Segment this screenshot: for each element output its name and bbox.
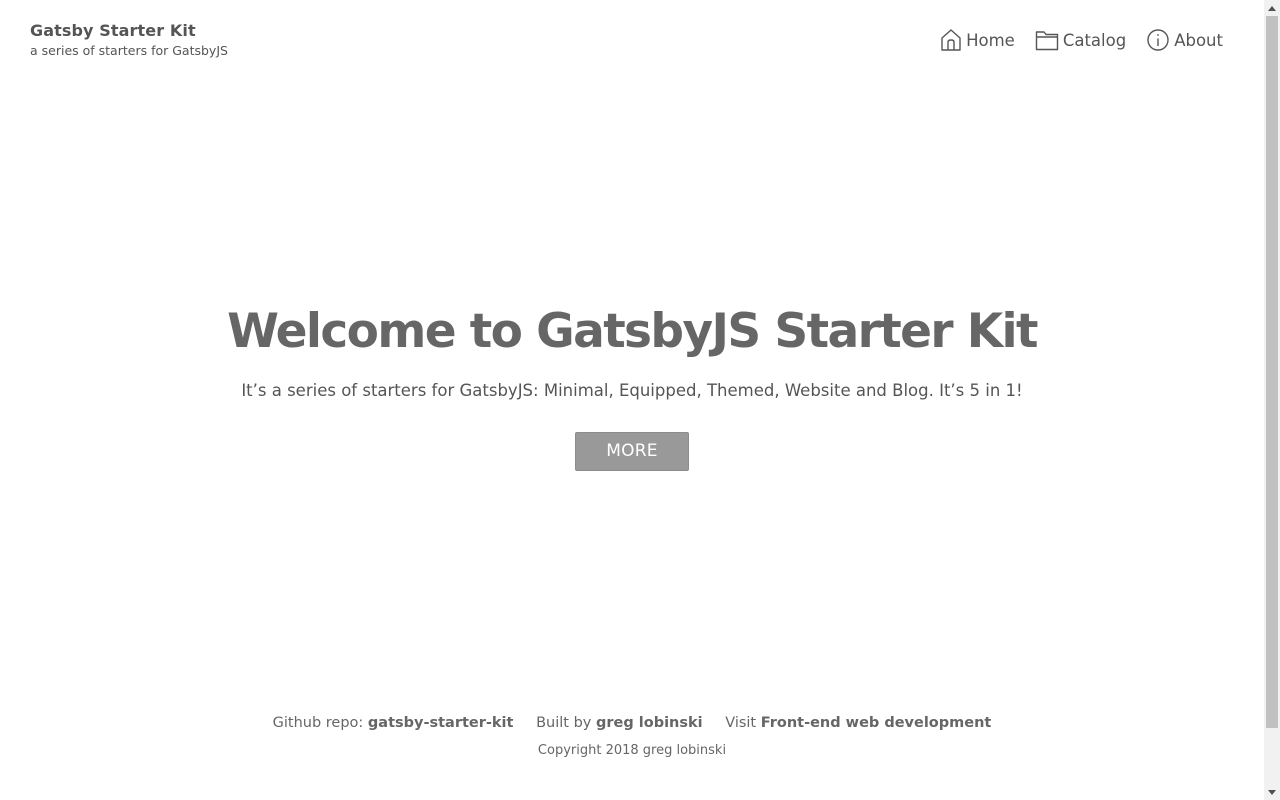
nav-item-label: Catalog [1062,30,1127,50]
footer-visit-prefix: Visit [725,715,761,731]
more-button[interactable]: MORE [575,432,689,471]
nav-item-catalog[interactable]: Catalog [1035,28,1126,52]
copyright-text: Copyright 2018 greg lobinski [537,743,727,758]
site-title[interactable]: Gatsby Starter Kit [30,20,228,42]
footer-links: Github repo: gatsby-starter-kit Built by… [0,712,1264,734]
site-footer: Github repo: gatsby-starter-kit Built by… [0,712,1264,761]
footer-built: Built by greg lobinski [536,715,703,731]
frontend-dev-link[interactable]: Front-end web development [761,715,992,731]
github-repo-link[interactable]: gatsby-starter-kit [368,715,514,731]
footer-visit: Visit Front-end web development [725,715,991,731]
site-subtitle: a series of starters for GatsbyJS [30,43,228,58]
footer-github: Github repo: gatsby-starter-kit [273,715,514,731]
vertical-scrollbar[interactable] [1264,0,1280,800]
info-icon [1146,28,1170,52]
nav-item-home[interactable]: Home [940,28,1015,52]
site-header: Gatsby Starter Kit a series of starters … [0,0,1264,80]
hero-title: Welcome to GatsbyJS Starter Kit [227,304,1038,359]
nav-item-label: About [1174,30,1223,50]
page: Gatsby Starter Kit a series of starters … [0,0,1264,800]
main-nav: Home Catalog About [940,28,1223,52]
scroll-up-arrow-icon[interactable] [1264,0,1280,16]
hero-section: Welcome to GatsbyJS Starter Kit It’s a s… [0,300,1264,471]
hero-description: It’s a series of starters for GatsbyJS: … [241,381,1023,400]
author-link[interactable]: greg lobinski [596,715,703,731]
footer-github-prefix: Github repo: [272,715,368,731]
nav-item-about[interactable]: About [1146,28,1223,52]
footer-built-prefix: Built by [536,715,596,731]
folder-icon [1035,29,1059,51]
scroll-down-arrow-icon[interactable] [1264,784,1280,800]
brand: Gatsby Starter Kit a series of starters … [30,20,228,60]
home-icon [940,28,962,52]
scrollbar-thumb[interactable] [1266,16,1278,728]
nav-item-label: Home [966,30,1015,50]
